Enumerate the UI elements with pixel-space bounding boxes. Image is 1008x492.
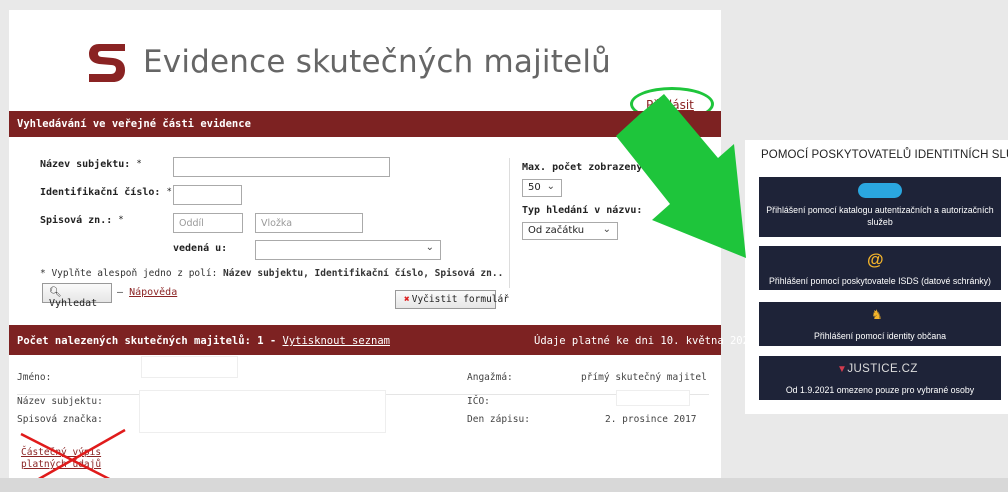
- file-mark-label: Spisová zn.: *: [40, 215, 124, 226]
- help-link-wrap: — Nápověda: [117, 287, 178, 298]
- results-bar: Počet nalezených skutečných majitelů: 1 …: [9, 325, 755, 355]
- name-label: Jméno:: [17, 372, 52, 383]
- chevron-down-icon: ⌄: [602, 224, 611, 235]
- isds-at-icon: @: [867, 250, 884, 269]
- form-divider: [509, 158, 510, 288]
- max-count-select[interactable]: 50 ⌄: [522, 179, 562, 197]
- max-count-label: Max. počet zobrazených po: [522, 162, 673, 173]
- entry-date-label: Den zápisu:: [467, 414, 530, 425]
- insert-input[interactable]: Vložka: [255, 213, 363, 233]
- identity-provider-panel: POMOCÍ POSKYTOVATELŮ IDENTITNÍCH SLUŽEB …: [745, 140, 1008, 414]
- kept-at-label: vedená u:: [173, 243, 228, 254]
- search-section-bar: Vyhledávání ve veřejné části evidence: [9, 111, 721, 137]
- nia-lion-icon: ♞: [871, 307, 883, 322]
- identity-panel-title: POMOCÍ POSKYTOVATELŮ IDENTITNÍCH SLUŽEB: [761, 149, 1008, 161]
- engagement-label: Angažmá:: [467, 372, 513, 383]
- results-count: Počet nalezených skutečných majitelů: 1 …: [17, 335, 390, 347]
- subject-label: Název subjektu:: [17, 396, 103, 407]
- redacted-name: [141, 356, 238, 378]
- chevron-down-icon: ⌄: [546, 181, 555, 192]
- section-input[interactable]: Oddíl: [173, 213, 243, 233]
- logo-icon: [89, 44, 125, 82]
- mojeid-pill-icon: [858, 183, 902, 198]
- entry-date-value: 2. prosince 2017: [605, 414, 697, 425]
- engagement-value: přímý skutečný majitel: [581, 372, 707, 383]
- provider-button-citizen-identity[interactable]: ♞ Přihlášení pomocí identity občana: [759, 302, 1001, 346]
- provider-button-isds[interactable]: @ Přihlášení pomocí poskytovatele ISDS (…: [759, 246, 1001, 290]
- site-title: Evidence skutečných majitelů: [143, 44, 612, 80]
- search-button[interactable]: 🔍︎Vyhledat: [42, 283, 112, 309]
- justice-logo: ▼JUSTICE.CZ: [837, 363, 918, 375]
- main-content: Evidence skutečných majitelů Přihlásit V…: [9, 10, 755, 490]
- chevron-down-icon: ⌄: [425, 242, 434, 253]
- search-type-select[interactable]: Od začátku ⌄: [522, 222, 618, 240]
- redacted-subject: [139, 390, 386, 433]
- subject-name-label: Název subjektu: *: [40, 159, 142, 170]
- print-list-link[interactable]: Vytisknout seznam: [283, 335, 390, 347]
- search-type-label: Typ hledání v názvu:: [522, 205, 643, 216]
- footer-strip: [0, 478, 1008, 492]
- page: Evidence skutečných majitelů Přihlásit V…: [0, 0, 1008, 492]
- provider-button-justice[interactable]: ▼JUSTICE.CZ Od 1.9.2021 omezeno pouze pr…: [759, 356, 1001, 400]
- search-icon: 🔍︎: [49, 287, 62, 298]
- clear-form-button[interactable]: ✖ Vyčistit formulář: [395, 290, 509, 309]
- ico-label: IČO:: [467, 396, 490, 407]
- id-number-input[interactable]: [173, 185, 242, 205]
- provider-button-catalog[interactable]: Přihlášení pomocí katalogu autentizačníc…: [759, 177, 1001, 237]
- court-select[interactable]: ⌄: [255, 240, 441, 260]
- id-number-label: Identifikační číslo: *: [40, 187, 172, 198]
- subject-name-input[interactable]: [173, 157, 390, 177]
- required-hint: * Vyplňte alespoň jedno z polí: Název su…: [40, 268, 504, 279]
- valid-date: Údaje platné ke dni 10. května 2023: [534, 335, 756, 347]
- file-mark-result-label: Spisová značka:: [17, 414, 103, 425]
- redacted-ico: [616, 390, 690, 406]
- close-icon: ✖: [404, 294, 410, 305]
- help-link[interactable]: Nápověda: [129, 287, 177, 298]
